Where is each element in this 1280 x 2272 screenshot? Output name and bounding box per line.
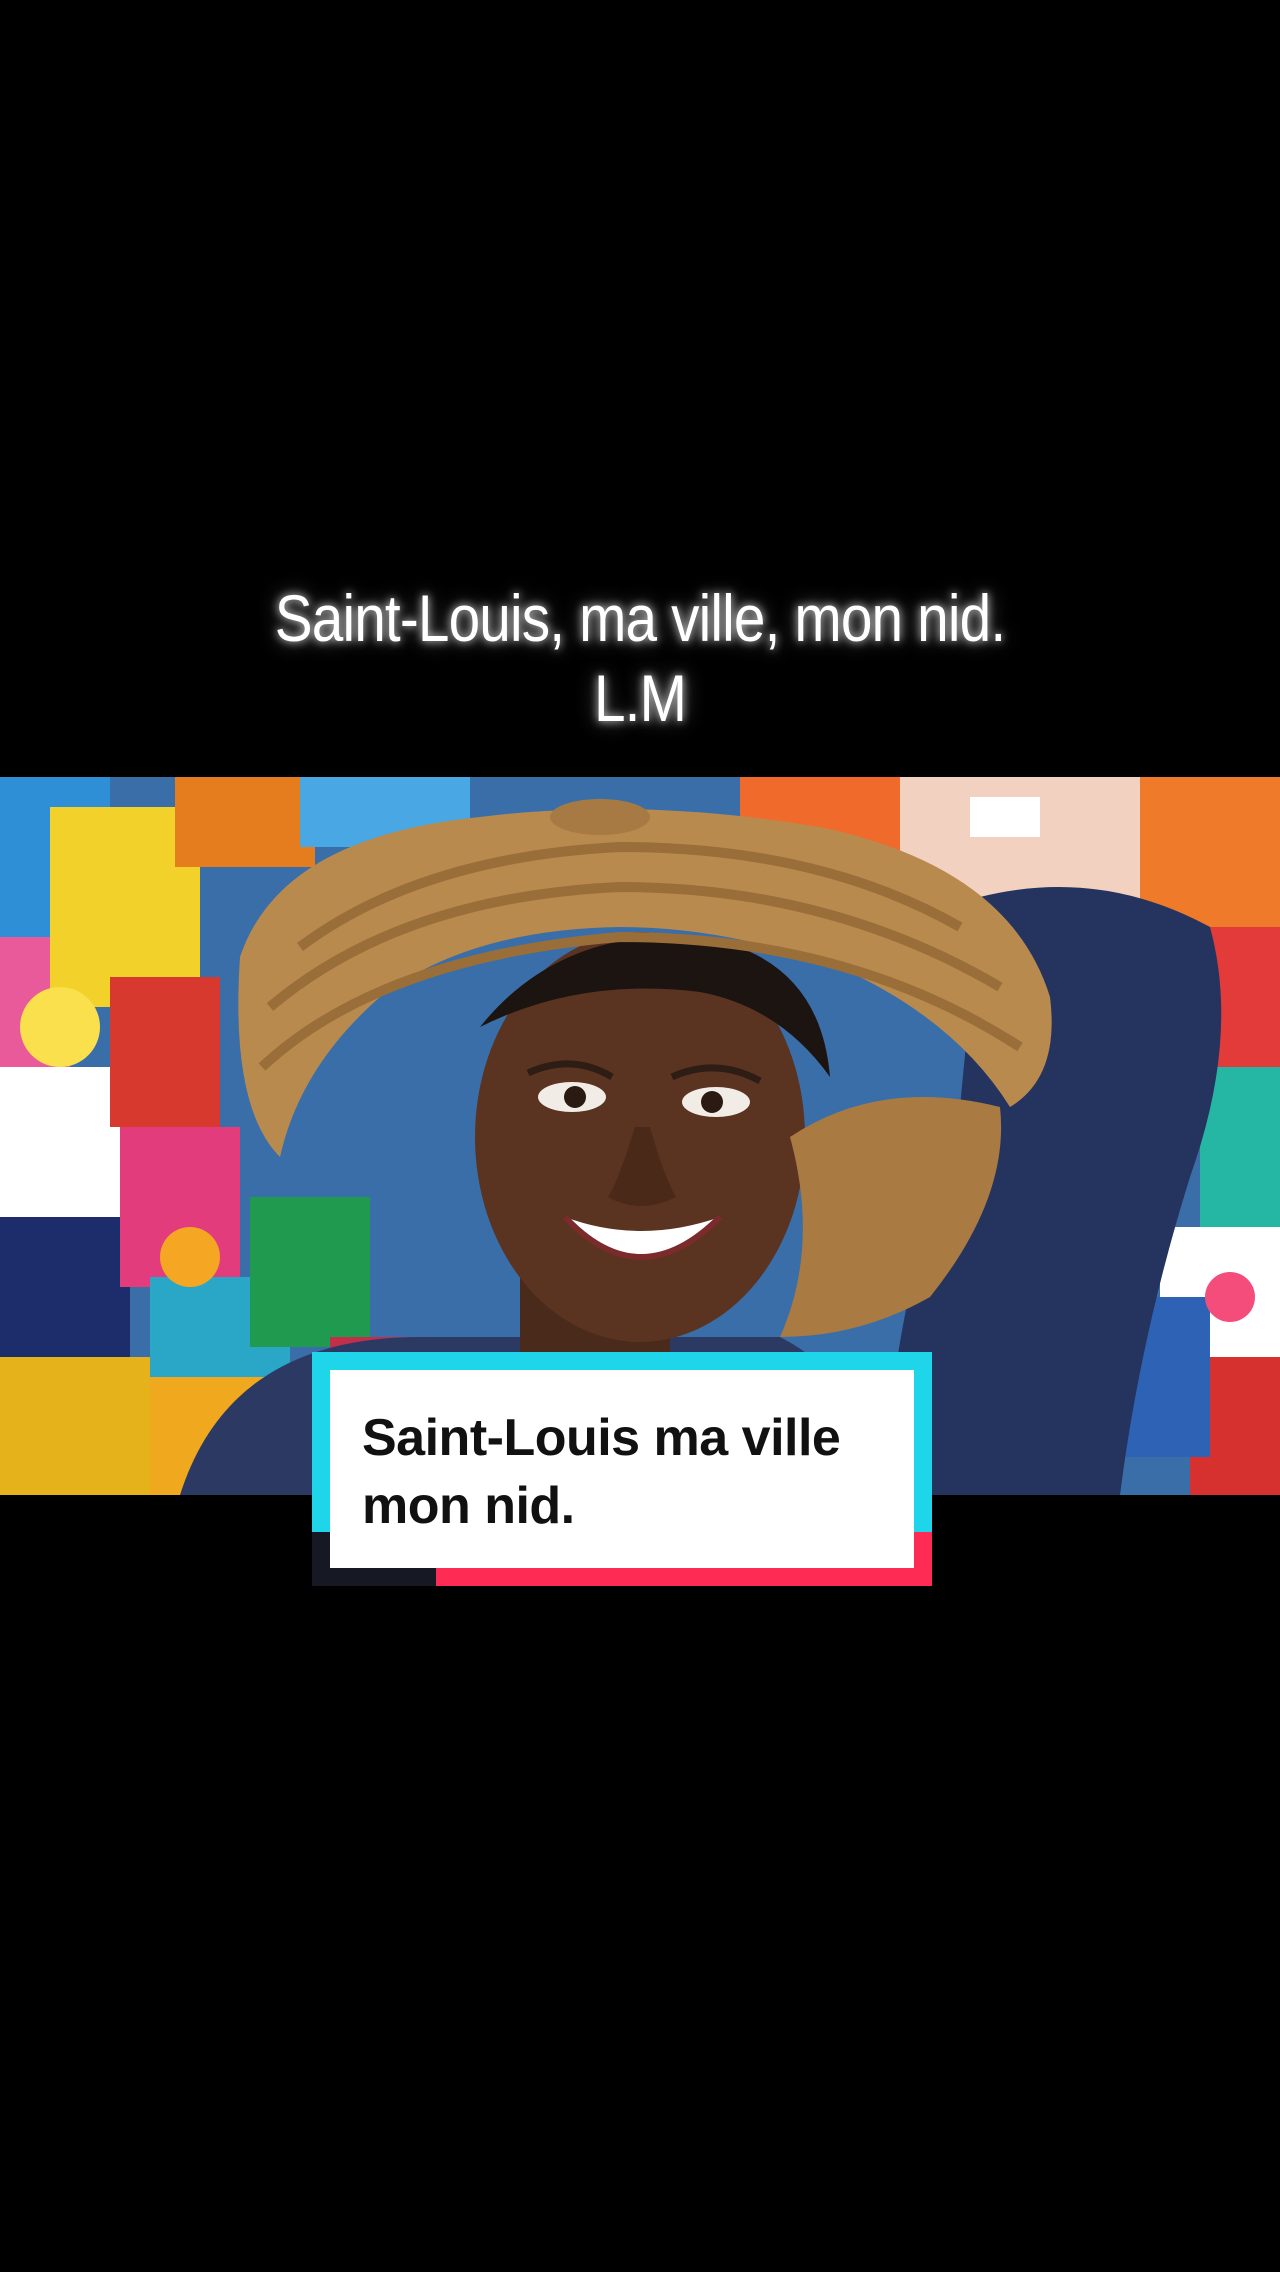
overlay-caption: Saint-Louis, ma ville, mon nid. L.M	[90, 578, 1191, 738]
overlay-caption-line-2: L.M	[593, 661, 687, 735]
sticker-text: Saint-Louis ma ville mon nid.	[362, 1404, 902, 1540]
sticker-text-line-2: mon nid.	[362, 1477, 575, 1535]
overlay-caption-line-1: Saint-Louis, ma ville, mon nid.	[274, 581, 1006, 655]
text-sticker[interactable]: Saint-Louis ma ville mon nid.	[312, 1352, 932, 1586]
sticker-text-line-1: Saint-Louis ma ville	[362, 1409, 841, 1467]
